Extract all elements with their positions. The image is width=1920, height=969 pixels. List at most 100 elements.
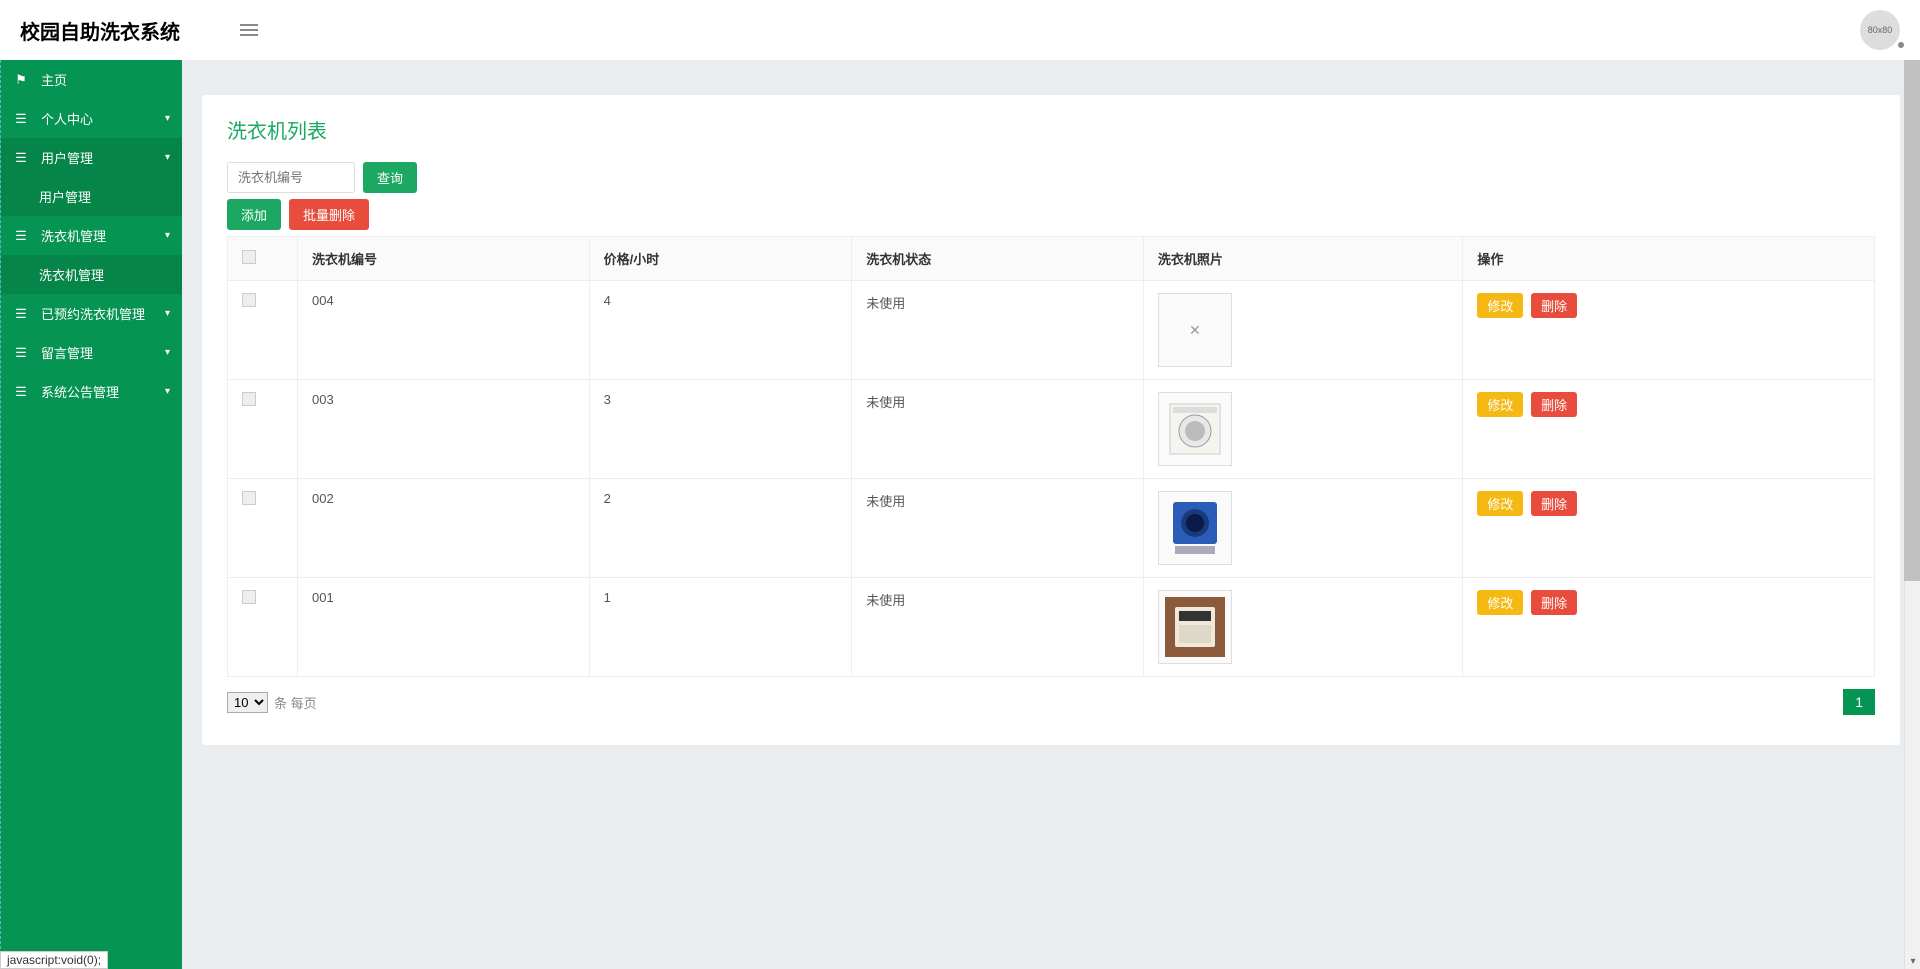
search-toolbar: 查询 [227, 162, 1875, 193]
page-title: 洗衣机列表 [227, 115, 1875, 144]
sidebar-item-messages[interactable]: ☰ 留言管理 ▾ [1, 333, 182, 372]
edit-button[interactable]: 修改 [1477, 392, 1523, 417]
sidebar-item-label: 用户管理 [41, 148, 93, 167]
header-left: 校园自助洗衣系统 [20, 16, 258, 45]
app-title: 校园自助洗衣系统 [20, 16, 180, 45]
washer-photo [1158, 491, 1232, 565]
bulk-delete-button[interactable]: 批量删除 [289, 199, 369, 230]
scrollbar-thumb[interactable] [1904, 0, 1920, 581]
add-button[interactable]: 添加 [227, 199, 281, 230]
cell-actions: 修改 删除 [1463, 380, 1875, 479]
cell-price: 4 [589, 281, 852, 380]
flag-icon: ⚑ [13, 72, 29, 88]
row-checkbox[interactable] [242, 590, 256, 604]
cell-photo [1143, 281, 1463, 380]
sidebar-item-label: 系统公告管理 [41, 382, 119, 401]
data-table: 洗衣机编号 价格/小时 洗衣机状态 洗衣机照片 操作 004 4 未使用 修改 … [227, 236, 1875, 677]
action-toolbar: 添加 批量删除 [227, 199, 1875, 230]
chevron-down-icon: ▾ [165, 308, 170, 319]
header-actions: 操作 [1463, 237, 1875, 281]
cell-actions: 修改 删除 [1463, 578, 1875, 677]
cell-status: 未使用 [852, 479, 1144, 578]
row-checkbox[interactable] [242, 491, 256, 505]
page-number-button[interactable]: 1 [1843, 689, 1875, 715]
delete-button[interactable]: 删除 [1531, 491, 1577, 516]
table-row: 001 1 未使用 修改 删除 [228, 578, 1875, 677]
chevron-down-icon: ▾ [165, 113, 170, 124]
cell-id: 003 [298, 380, 590, 479]
header-status: 洗衣机状态 [852, 237, 1144, 281]
cell-price: 1 [589, 578, 852, 677]
sidebar-item-label: 留言管理 [41, 343, 93, 362]
header-checkbox-col [228, 237, 298, 281]
select-all-checkbox[interactable] [242, 250, 256, 264]
delete-button[interactable]: 删除 [1531, 590, 1577, 615]
scrollbar[interactable]: ▴ ▾ [1904, 0, 1920, 969]
sidebar-item-label: 已预约洗衣机管理 [41, 304, 145, 323]
sidebar-item-home[interactable]: ⚑ 主页 [1, 60, 182, 99]
card: 洗衣机列表 查询 添加 批量删除 洗衣机编号 价格/小时 洗衣机状态 [202, 95, 1900, 745]
sidebar-item-washer-mgmt-sub[interactable]: 洗衣机管理 [1, 255, 182, 294]
edit-button[interactable]: 修改 [1477, 491, 1523, 516]
chevron-down-icon: ▾ [165, 386, 170, 397]
cell-price: 3 [589, 380, 852, 479]
chevron-down-icon: ▾ [165, 230, 170, 241]
row-checkbox[interactable] [242, 392, 256, 406]
cell-photo [1143, 578, 1463, 677]
row-checkbox[interactable] [242, 293, 256, 307]
header-photo: 洗衣机照片 [1143, 237, 1463, 281]
main-content: 洗衣机列表 查询 添加 批量删除 洗衣机编号 价格/小时 洗衣机状态 [182, 60, 1920, 969]
table-row: 003 3 未使用 修改 删除 [228, 380, 1875, 479]
sidebar-item-label: 洗衣机管理 [39, 265, 104, 284]
table-header-row: 洗衣机编号 价格/小时 洗衣机状态 洗衣机照片 操作 [228, 237, 1875, 281]
search-button[interactable]: 查询 [363, 162, 417, 193]
scroll-down-icon[interactable]: ▾ [1905, 953, 1920, 969]
sidebar-item-user-mgmt[interactable]: ☰ 用户管理 ▾ [1, 138, 182, 177]
sidebar-item-reservations[interactable]: ☰ 已预约洗衣机管理 ▾ [1, 294, 182, 333]
list-icon: ☰ [13, 384, 29, 400]
menu-toggle-icon[interactable] [240, 24, 258, 36]
list-icon: ☰ [13, 345, 29, 361]
delete-button[interactable]: 删除 [1531, 392, 1577, 417]
table-row: 004 4 未使用 修改 删除 [228, 281, 1875, 380]
sidebar-item-user-mgmt-sub[interactable]: 用户管理 [1, 177, 182, 216]
cell-photo [1143, 380, 1463, 479]
edit-button[interactable]: 修改 [1477, 293, 1523, 318]
edit-button[interactable]: 修改 [1477, 590, 1523, 615]
cell-photo [1143, 479, 1463, 578]
per-page-label: 条 每页 [274, 693, 317, 712]
browser-status-bar: javascript:void(0); [0, 951, 108, 969]
search-input[interactable] [227, 162, 355, 193]
list-icon: ☰ [13, 150, 29, 166]
washer-photo [1158, 590, 1232, 664]
sidebar-item-label: 用户管理 [39, 187, 91, 206]
delete-button[interactable]: 删除 [1531, 293, 1577, 318]
list-icon: ☰ [13, 111, 29, 127]
washer-photo [1158, 392, 1232, 466]
sidebar: ⚑ 主页 ☰ 个人中心 ▾ ☰ 用户管理 ▾ 用户管理 ☰ 洗衣机管理 ▾ 洗衣… [0, 60, 182, 969]
broken-image-icon [1158, 293, 1232, 367]
sidebar-item-label: 洗衣机管理 [41, 226, 106, 245]
header: 校园自助洗衣系统 80x80 [0, 0, 1920, 60]
sidebar-item-profile[interactable]: ☰ 个人中心 ▾ [1, 99, 182, 138]
cell-status: 未使用 [852, 281, 1144, 380]
cell-actions: 修改 删除 [1463, 479, 1875, 578]
per-page-select[interactable]: 10 [227, 692, 268, 713]
pagination: 10 条 每页 1 [227, 689, 1875, 715]
header-id: 洗衣机编号 [298, 237, 590, 281]
avatar[interactable]: 80x80 [1860, 10, 1900, 50]
cell-status: 未使用 [852, 578, 1144, 677]
cell-id: 004 [298, 281, 590, 380]
sidebar-item-label: 个人中心 [41, 109, 93, 128]
sidebar-item-washer-mgmt[interactable]: ☰ 洗衣机管理 ▾ [1, 216, 182, 255]
table-row: 002 2 未使用 修改 删除 [228, 479, 1875, 578]
chevron-down-icon: ▾ [165, 347, 170, 358]
cell-id: 002 [298, 479, 590, 578]
page-buttons: 1 [1843, 689, 1875, 715]
cell-actions: 修改 删除 [1463, 281, 1875, 380]
cell-id: 001 [298, 578, 590, 677]
list-icon: ☰ [13, 228, 29, 244]
sidebar-item-label: 主页 [41, 70, 67, 89]
sidebar-item-announcements[interactable]: ☰ 系统公告管理 ▾ [1, 372, 182, 411]
cell-status: 未使用 [852, 380, 1144, 479]
